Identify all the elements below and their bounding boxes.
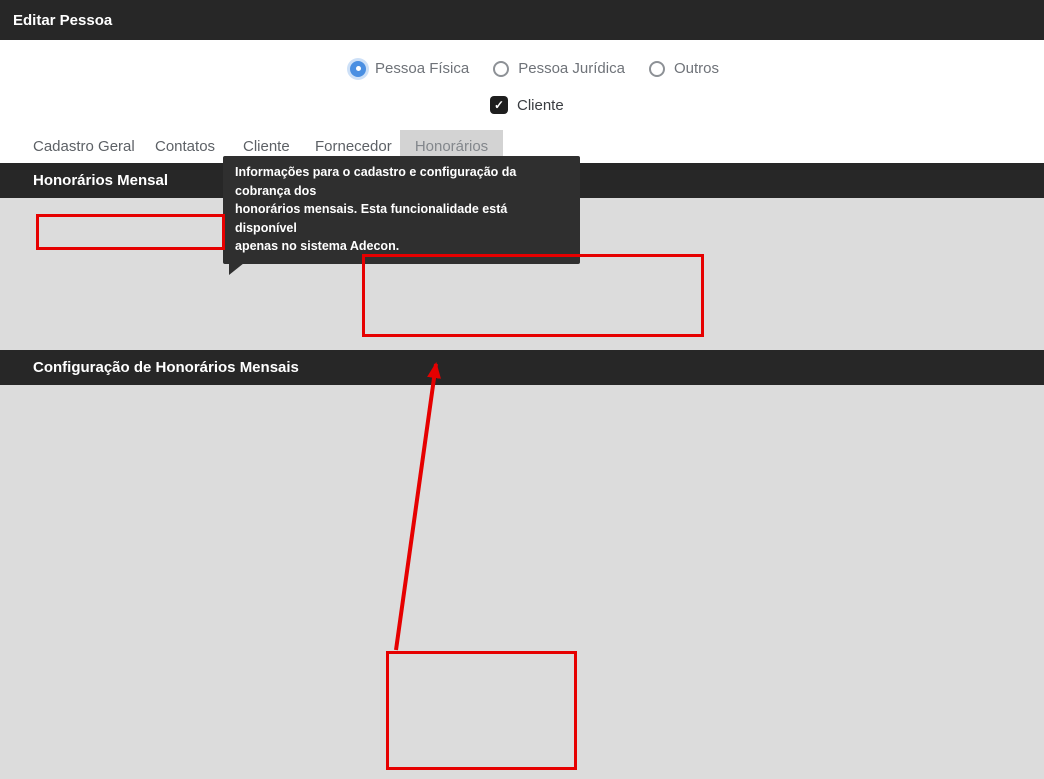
honorarios-tooltip: Informações para o cadastro e configuraç…: [223, 156, 580, 264]
radio-unselected-icon[interactable]: [649, 61, 665, 77]
section-title: Honorários Mensal: [33, 172, 168, 189]
editar-pessoa-page: Editar Pessoa Pessoa Física Pessoa Juríd…: [0, 0, 1044, 779]
tab-cadastro-geral[interactable]: Cadastro Geral: [33, 130, 135, 163]
configuracao-section: + Adicionar Arraste o cabeçalho de uma c…: [0, 385, 1044, 779]
section-title: Configuração de Honorários Mensais: [33, 359, 299, 376]
radio-outros[interactable]: Outros: [649, 60, 719, 77]
section-header-configuracao: Configuração de Honorários Mensais: [0, 350, 1044, 385]
radio-selected-icon[interactable]: [350, 61, 366, 77]
radio-unselected-icon[interactable]: [493, 61, 509, 77]
radio-label: Outros: [674, 60, 719, 77]
cliente-checkbox-label: Cliente: [517, 97, 564, 114]
radio-label: Pessoa Física: [375, 60, 469, 77]
radio-label: Pessoa Jurídica: [518, 60, 625, 77]
window-title-bar: Editar Pessoa: [0, 0, 1044, 40]
tab-contatos[interactable]: Contatos: [155, 130, 215, 163]
tooltip-arrow: [229, 263, 244, 275]
radio-pessoa-fisica[interactable]: Pessoa Física: [350, 60, 469, 77]
cliente-checkbox-row: ✓ Cliente: [490, 96, 564, 114]
cliente-checkbox[interactable]: ✓: [490, 96, 508, 114]
person-type-radio-group: Pessoa Física Pessoa Jurídica Outros: [350, 60, 719, 77]
page-title: Editar Pessoa: [13, 12, 112, 29]
radio-pessoa-juridica[interactable]: Pessoa Jurídica: [493, 60, 625, 77]
